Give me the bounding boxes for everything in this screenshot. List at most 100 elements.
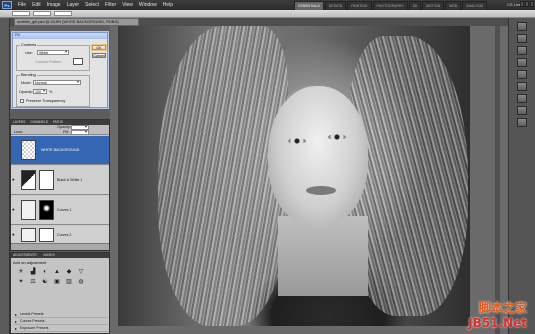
- blending-group: Blending Mode: Normal Opacity: 100 % Pre…: [16, 73, 90, 107]
- tool-option-field[interactable]: [33, 11, 51, 16]
- menu-layer[interactable]: Layer: [64, 2, 83, 8]
- canvas-scrollbar[interactable]: [495, 26, 500, 334]
- visibility-eye-icon[interactable]: [12, 147, 17, 152]
- tools-panel: [0, 18, 10, 334]
- layer-mask-thumbnail: [39, 200, 54, 220]
- right-eye: [328, 134, 346, 140]
- portrait-photo: [118, 26, 470, 326]
- cs-live-button[interactable]: CS Live: [507, 2, 521, 7]
- paragraph-panel-icon[interactable]: [517, 118, 527, 127]
- right-panel-dock: [508, 18, 535, 334]
- color-balance-icon[interactable]: ✦: [16, 278, 26, 286]
- levels-icon[interactable]: ▟: [28, 268, 38, 276]
- maximize-button[interactable]: [525, 1, 529, 7]
- blending-label: Blending: [20, 73, 37, 77]
- tool-option-field[interactable]: [54, 11, 72, 16]
- fill-dialog: Fill Contents Use: White Custom Pattern:…: [12, 32, 108, 108]
- tab-masks[interactable]: MASKS: [43, 253, 54, 257]
- layer-fill-input[interactable]: [71, 130, 89, 135]
- black-white-icon[interactable]: ⚖: [28, 278, 38, 286]
- custom-pattern-label: Custom Pattern:: [35, 60, 63, 64]
- adjustment-icons: ☀ ▟ ◐ ▲ ◆ ▽ ✦ ⚖ ☯ ▣ ▥ ◍: [11, 267, 109, 287]
- preset-exposure[interactable]: Exposure Presets: [14, 325, 108, 332]
- photo-filter-icon[interactable]: ☯: [40, 278, 50, 286]
- menu-select[interactable]: Select: [82, 2, 102, 8]
- left-panels: Fill Contents Use: White Custom Pattern:…: [10, 26, 110, 334]
- layers-footer: [11, 243, 109, 250]
- preset-levels[interactable]: Levels Presets: [14, 311, 108, 318]
- layer-name: WHITE BACKGROUND: [41, 148, 80, 152]
- fill-dialog-title: Fill: [13, 33, 107, 39]
- custom-pattern-swatch[interactable]: [73, 58, 83, 65]
- watermark: 脚本之家 JB51.Net: [468, 299, 527, 330]
- layer-row[interactable]: ● Black & White 1: [11, 166, 109, 195]
- menu-window[interactable]: Window: [136, 2, 160, 8]
- use-select[interactable]: White: [37, 50, 69, 55]
- visibility-eye-icon[interactable]: ●: [12, 177, 17, 182]
- menu-bar: Ps File Edit Image Layer Select Filter V…: [0, 0, 535, 11]
- layer-row[interactable]: ● Curves 1: [11, 196, 109, 225]
- layer-opacity-label: Opacity:: [57, 125, 71, 129]
- opacity-unit: %: [49, 90, 53, 94]
- ps-logo-icon: Ps: [2, 1, 12, 9]
- actions-panel-icon[interactable]: [517, 70, 527, 79]
- preserve-transparency-checkbox[interactable]: [20, 99, 24, 103]
- styles-panel-icon[interactable]: [517, 46, 527, 55]
- tool-option-field[interactable]: [12, 11, 30, 16]
- adjustments-panel: ADJUSTMENTS MASKS Add an adjustment ☀ ▟ …: [10, 252, 110, 334]
- options-bar: [0, 10, 535, 18]
- layer-row[interactable]: ● Curves 2: [11, 226, 109, 244]
- layer-mask-thumbnail: [39, 228, 54, 242]
- preserve-transparency-label: Preserve Transparency: [26, 99, 66, 103]
- add-adjustment-title: Add an adjustment: [13, 260, 47, 265]
- menu-filter[interactable]: Filter: [102, 2, 119, 8]
- layers-panel: LAYERS CHANNELS PATHS Opacity: Lock: Fil…: [10, 119, 110, 251]
- adjustment-presets: Levels Presets Curves Presets Exposure P…: [14, 311, 108, 332]
- menu-edit[interactable]: Edit: [29, 2, 44, 8]
- posterize-icon[interactable]: ◍: [76, 278, 86, 286]
- mode-label: Mode:: [21, 81, 32, 85]
- menu-image[interactable]: Image: [44, 2, 64, 8]
- adjustment-thumbnail: [21, 170, 36, 190]
- visibility-eye-icon[interactable]: ●: [12, 232, 17, 237]
- watermark-url: JB51.Net: [468, 316, 527, 330]
- preset-curves[interactable]: Curves Presets: [14, 318, 108, 325]
- channel-mixer-icon[interactable]: ▣: [52, 278, 62, 286]
- menu-help[interactable]: Help: [160, 2, 176, 8]
- layer-thumbnail: [21, 140, 36, 160]
- invert-icon[interactable]: ▥: [64, 278, 74, 286]
- hue-saturation-icon[interactable]: ▽: [76, 268, 86, 276]
- layer-fill-label: Fill:: [63, 130, 69, 134]
- layers-toolbar: Opacity: Lock: Fill:: [11, 125, 109, 135]
- brush-panel-icon[interactable]: [517, 82, 527, 91]
- document-tab[interactable]: scribble_girl.psd @ 25.8% (WHITE BACKGRO…: [14, 18, 139, 26]
- vibrance-icon[interactable]: ◆: [64, 268, 74, 276]
- character-panel-icon[interactable]: [517, 106, 527, 115]
- color-panel-icon[interactable]: [517, 22, 527, 31]
- mode-select[interactable]: Normal: [33, 80, 81, 85]
- layer-row[interactable]: WHITE BACKGROUND: [11, 136, 109, 165]
- contents-group: Contents Use: White Custom Pattern:: [16, 43, 90, 71]
- tab-adjustments[interactable]: ADJUSTMENTS: [13, 253, 37, 257]
- watermark-cn: 脚本之家: [478, 301, 527, 315]
- ok-button[interactable]: OK: [92, 45, 106, 50]
- face: [268, 86, 368, 226]
- exposure-icon[interactable]: ▲: [52, 268, 62, 276]
- neck: [278, 216, 368, 296]
- lips: [306, 186, 336, 195]
- brightness-contrast-icon[interactable]: ☀: [16, 268, 26, 276]
- window-controls: [520, 1, 534, 7]
- opacity-input[interactable]: 100: [33, 89, 47, 94]
- canvas-area[interactable]: [110, 26, 510, 334]
- cancel-button[interactable]: Cancel: [92, 53, 106, 58]
- swatches-panel-icon[interactable]: [517, 34, 527, 43]
- clone-source-panel-icon[interactable]: [517, 94, 527, 103]
- history-panel-icon[interactable]: [517, 58, 527, 67]
- visibility-eye-icon[interactable]: ●: [12, 207, 17, 212]
- menu-file[interactable]: File: [15, 2, 29, 8]
- curves-icon[interactable]: ◐: [40, 268, 50, 276]
- close-button[interactable]: [530, 1, 534, 7]
- menu-view[interactable]: View: [119, 2, 136, 8]
- layer-name: Curves 1: [57, 208, 72, 212]
- minimize-button[interactable]: [520, 1, 524, 7]
